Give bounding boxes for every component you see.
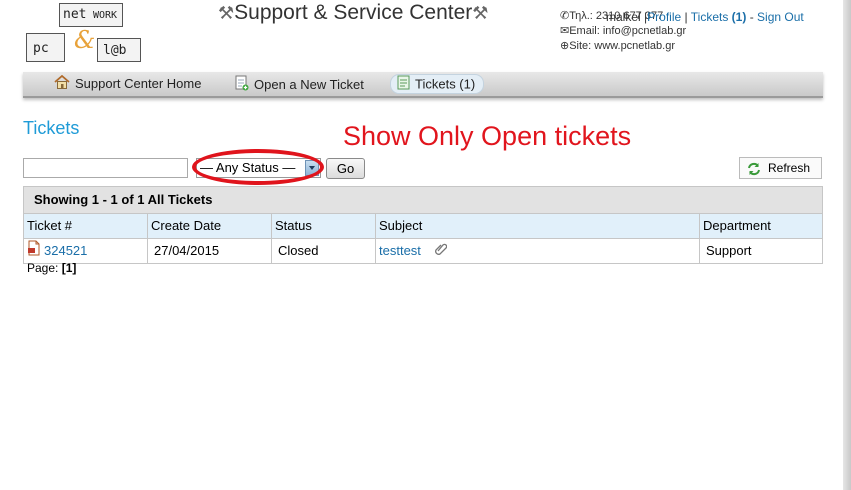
- mail-icon: ✉: [560, 25, 570, 37]
- site-text: Site: www.pcnetlab.gr: [569, 40, 675, 52]
- table-caption: Showing 1 - 1 of 1 All Tickets: [24, 187, 822, 214]
- search-input[interactable]: [23, 158, 188, 178]
- contact-site: ⊕Site: www.pcnetlab.gr: [560, 39, 686, 54]
- column-header-ticket[interactable]: Ticket #: [24, 214, 148, 238]
- ticket-link[interactable]: 324521: [44, 243, 87, 258]
- status-cell: Closed: [272, 239, 376, 263]
- department-cell: Support: [706, 243, 752, 258]
- column-header-subject[interactable]: Subject: [376, 214, 700, 238]
- globe-icon: ⊕: [560, 40, 570, 52]
- logo-network-box: net WORK: [59, 3, 123, 27]
- new-ticket-icon: [235, 75, 249, 96]
- page-title: Tickets: [23, 118, 80, 138]
- separator: |: [684, 10, 688, 24]
- pagination: Page: [1]: [27, 261, 76, 275]
- column-header-create-date[interactable]: Create Date: [148, 214, 272, 238]
- column-header-department[interactable]: Department: [700, 214, 822, 238]
- refresh-label: Refresh: [768, 161, 811, 175]
- pagination-label: Page:: [27, 261, 59, 275]
- tickets-link-count: (1): [731, 10, 747, 24]
- logo-text-work: WORK: [93, 10, 118, 21]
- username: malkel: [606, 10, 641, 24]
- nav-open-ticket[interactable]: Open a New Ticket: [229, 75, 372, 93]
- attachment-icon: [434, 240, 447, 263]
- phone-icon: ✆: [560, 10, 570, 22]
- user-links: malkel |Profile | Tickets (1) - Sign Out: [606, 10, 804, 24]
- pagination-current-page[interactable]: [1]: [62, 261, 77, 275]
- tickets-link[interactable]: Tickets (1): [691, 10, 747, 24]
- tickets-table: Showing 1 - 1 of 1 All Tickets Ticket # …: [23, 186, 823, 264]
- refresh-button[interactable]: Refresh: [739, 157, 822, 179]
- tickets-link-label: Tickets: [690, 10, 729, 24]
- ticket-file-icon: [27, 240, 41, 263]
- separator: -: [749, 10, 754, 24]
- create-date-cell: 27/04/2015: [148, 239, 272, 263]
- nav-support-home-label: Support Center Home: [75, 76, 202, 91]
- tools-icon: ⚒: [218, 3, 235, 23]
- go-button[interactable]: Go: [326, 158, 365, 179]
- logo-ampersand: &: [74, 26, 96, 54]
- contact-email: ✉Email: info@pcnetlab.gr: [560, 24, 686, 39]
- logo-pc-box: pc: [26, 33, 65, 62]
- site-title-text: Support & Service Center: [234, 1, 473, 24]
- home-icon: [54, 74, 70, 94]
- column-header-status[interactable]: Status: [272, 214, 376, 238]
- profile-link[interactable]: Profile: [647, 10, 681, 24]
- ticket-number-cell: 324521: [24, 239, 148, 263]
- refresh-icon: [747, 162, 761, 182]
- logo-lab-box: l@b: [97, 38, 141, 62]
- window-edge: [843, 0, 851, 490]
- subject-cell: testtest: [376, 239, 700, 263]
- annotation-text: Show Only Open tickets: [343, 121, 632, 151]
- logo-text-net: net: [63, 7, 87, 22]
- sign-out-link[interactable]: Sign Out: [757, 10, 804, 24]
- site-title: ⚒Support & Service Center⚒: [218, 1, 488, 25]
- table-header-row: Ticket # Create Date Status Subject Depa…: [24, 214, 822, 239]
- site-logo[interactable]: net WORK pc & l@b: [24, 2, 144, 62]
- nav-open-ticket-label: Open a New Ticket: [254, 76, 364, 92]
- main-nav: Support Center Home Open a New Ticket Ti…: [23, 72, 823, 98]
- nav-tickets[interactable]: Tickets (1): [390, 74, 485, 95]
- subject-link[interactable]: testtest: [379, 243, 421, 258]
- tools-icon-right: ⚒: [472, 3, 489, 23]
- email-text: Email: info@pcnetlab.gr: [569, 25, 687, 37]
- nav-tickets-label: Tickets (1): [415, 76, 476, 92]
- logo-text-pc: pc: [33, 41, 49, 56]
- table-row: 324521 27/04/2015 Closed testtest Suppor…: [24, 239, 822, 263]
- tickets-icon: [397, 75, 410, 95]
- nav-support-home[interactable]: Support Center Home: [48, 74, 209, 94]
- logo-text-lab: l@b: [103, 43, 127, 58]
- annotation-circle: [192, 149, 324, 185]
